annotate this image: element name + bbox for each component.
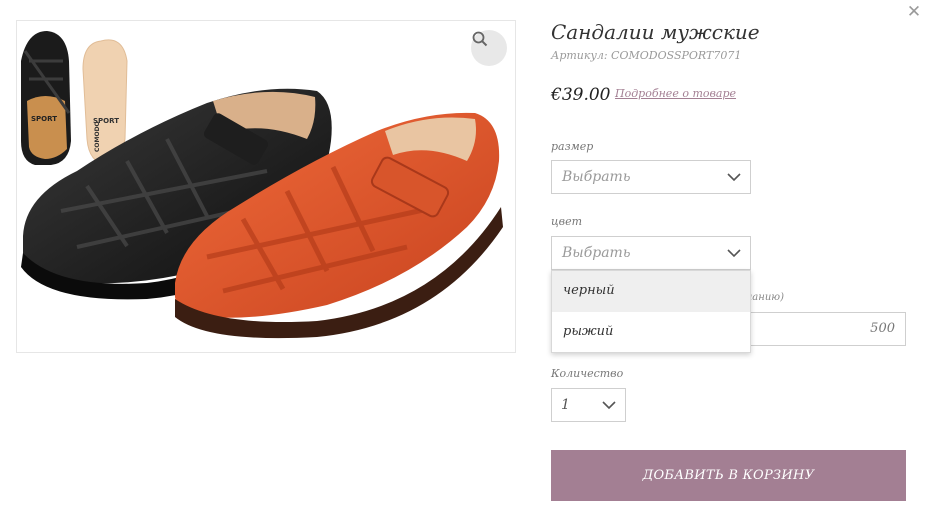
product-price: €39.00 (551, 85, 611, 105)
product-title: Сандалии мужские (551, 20, 760, 44)
thumbnail-brand: SPORT (31, 115, 57, 123)
close-icon[interactable]: ✕ (905, 3, 923, 21)
size-select[interactable]: Выбрать (551, 160, 751, 194)
color-option-black[interactable]: черный (552, 271, 750, 312)
color-option-ginger[interactable]: рыжий (552, 312, 750, 353)
chevron-down-icon (602, 401, 616, 410)
extra-option-input[interactable]: 500 (749, 312, 906, 346)
quantity-value: 1 (561, 397, 570, 413)
chevron-down-icon (727, 249, 741, 258)
size-select-value: Выбрать (562, 169, 631, 185)
chevron-down-icon (727, 173, 741, 182)
quantity-select[interactable]: 1 (551, 388, 626, 422)
color-select-value: Выбрать (562, 245, 631, 261)
zoom-button[interactable] (471, 30, 507, 66)
extra-option-value: 500 (870, 321, 895, 336)
quantity-label: Количество (551, 367, 624, 380)
insole-brand-bottom: COMODO (94, 121, 101, 152)
color-select[interactable]: Выбрать (551, 236, 751, 270)
product-image: SPORT SPORT COMODO (16, 20, 516, 353)
size-label: размер (551, 140, 594, 153)
zoom-icon (472, 31, 488, 47)
thumbnail-side-sandal: SPORT (21, 31, 71, 165)
color-dropdown-menu: черный рыжий (551, 270, 751, 353)
product-sku: Артикул: COMODOSSPORT7071 (551, 49, 742, 62)
more-details-link[interactable]: Подробнее о товаре (615, 87, 736, 100)
add-to-cart-button[interactable]: ДОБАВИТЬ В КОРЗИНУ (551, 450, 906, 501)
color-label: цвет (551, 215, 583, 228)
product-photo: SPORT SPORT COMODO (21, 31, 503, 339)
